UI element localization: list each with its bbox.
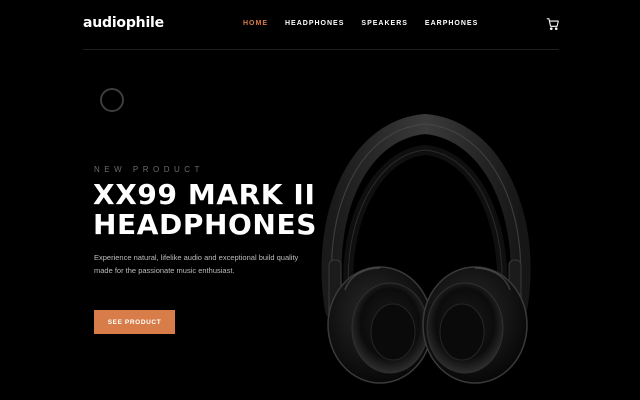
decorative-circle — [100, 88, 124, 112]
main-nav: HOME HEADPHONES SPEAKERS EARPHONES — [243, 20, 478, 27]
hero-description: Experience natural, lifelike audio and e… — [94, 253, 299, 275]
hero-title-line-2: HEADPHONES — [93, 208, 317, 241]
see-product-button[interactable]: SEE PRODUCT — [94, 310, 175, 334]
hero-title-line-1: XX99 MARK II — [93, 178, 316, 211]
site-header: audiophile HOME HEADPHONES SPEAKERS EARP… — [83, 0, 559, 50]
cart-icon[interactable] — [546, 17, 560, 31]
nav-earphones[interactable]: EARPHONES — [425, 20, 478, 27]
new-product-label: NEW PRODUCT — [94, 165, 204, 174]
nav-home[interactable]: HOME — [243, 20, 268, 27]
nav-headphones[interactable]: HEADPHONES — [285, 20, 344, 27]
nav-speakers[interactable]: SPEAKERS — [361, 20, 408, 27]
headphones-image — [321, 113, 531, 384]
logo[interactable]: audiophile — [83, 15, 164, 31]
page: audiophile HOME HEADPHONES SPEAKERS EARP… — [0, 0, 640, 400]
hero-title: XX99 MARK II HEADPHONES — [93, 180, 317, 240]
